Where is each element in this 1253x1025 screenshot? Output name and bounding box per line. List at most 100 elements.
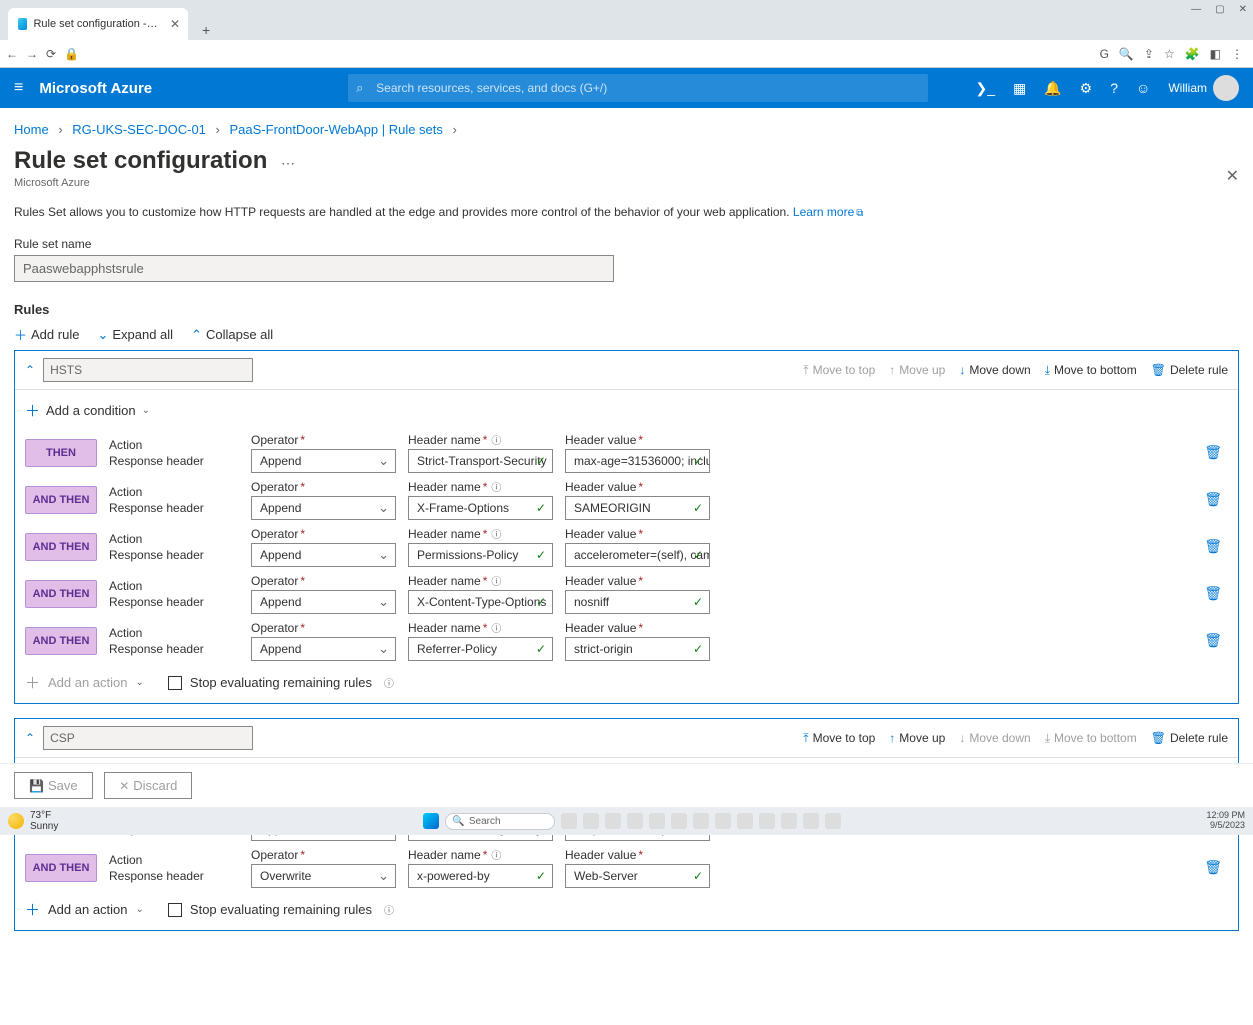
header-value-input[interactable]: nosniff <box>565 590 710 614</box>
operator-select[interactable]: Append <box>251 637 396 661</box>
header-name-input[interactable]: Referrer-Policy <box>408 637 553 661</box>
info-icon[interactable]: ⓘ <box>491 530 501 541</box>
header-name-input[interactable]: X-Frame-Options <box>408 496 553 520</box>
breadcrumb-home[interactable]: Home <box>14 122 49 137</box>
new-tab-button[interactable]: + <box>196 20 216 40</box>
close-blade-icon[interactable]: ✕ <box>1226 166 1239 186</box>
header-name-input[interactable]: Permissions-Policy <box>408 543 553 567</box>
operator-select[interactable]: Append <box>251 449 396 473</box>
menu-icon[interactable]: ⋮ <box>1231 47 1243 61</box>
window-close[interactable]: ✕ <box>1239 4 1247 15</box>
operator-select[interactable]: Overwrite <box>251 864 396 888</box>
delete-action-icon[interactable]: 🗑 <box>1204 444 1228 461</box>
cloud-shell-icon[interactable]: ❯_ <box>975 80 995 97</box>
delete-action-icon[interactable]: 🗑 <box>1204 632 1228 649</box>
window-minimize[interactable]: — <box>1191 4 1201 15</box>
save-button[interactable]: 💾Save <box>14 772 93 799</box>
delete-action-icon[interactable]: 🗑 <box>1204 585 1228 602</box>
g-icon[interactable]: G <box>1100 47 1109 61</box>
delete-action-icon[interactable]: 🗑 <box>1204 538 1228 555</box>
taskbar-app-icon[interactable] <box>561 813 577 829</box>
info-icon[interactable]: ⓘ <box>491 851 501 862</box>
notifications-icon[interactable]: 🔔 <box>1044 80 1061 97</box>
forward-icon[interactable]: → <box>26 47 38 61</box>
operator-select[interactable]: Append <box>251 496 396 520</box>
rule-header: ⌃⤒Move to top↑Move up↓Move down⤓Move to … <box>15 351 1238 390</box>
window-maximize[interactable]: ▢ <box>1215 4 1224 15</box>
taskbar-weather[interactable]: 73°F Sunny <box>8 810 58 832</box>
header-value-input[interactable]: accelerometer=(self), camer… <box>565 543 710 567</box>
header-value-input[interactable]: SAMEORIGIN <box>565 496 710 520</box>
add-action-button[interactable]: Add an action <box>48 902 128 917</box>
add-condition-button[interactable]: ＋Add a condition⌄ <box>25 396 150 429</box>
header-value-input[interactable]: strict-origin <box>565 637 710 661</box>
delete-action-icon[interactable]: 🗑 <box>1204 859 1228 876</box>
info-icon[interactable]: ⓘ <box>491 624 501 635</box>
chevron-up-icon[interactable]: ⌃ <box>25 731 35 745</box>
learn-more-link[interactable]: Learn more⧉ <box>793 205 864 219</box>
refresh-icon[interactable]: ⟳ <box>46 47 56 61</box>
info-icon[interactable]: ⓘ <box>491 436 501 447</box>
header-value-input[interactable]: max-age=31536000; includ… <box>565 449 710 473</box>
discard-button[interactable]: ✕Discard <box>104 772 192 799</box>
header-name-input[interactable]: X-Content-Type-Options <box>408 590 553 614</box>
taskbar-app-icon[interactable] <box>825 813 841 829</box>
info-icon[interactable]: ⓘ <box>384 902 394 917</box>
chevron-up-icon[interactable]: ⌃ <box>25 363 35 377</box>
search-input[interactable] <box>348 74 928 102</box>
directory-icon[interactable]: ▦ <box>1013 80 1026 97</box>
more-icon[interactable]: ⋯ <box>281 155 295 171</box>
move-top-button[interactable]: ⤒Move to top <box>803 731 875 746</box>
header-name-input[interactable]: x-powered-by <box>408 864 553 888</box>
azure-brand[interactable]: Microsoft Azure <box>39 80 152 97</box>
profile-icon[interactable]: ◧ <box>1210 47 1221 61</box>
taskbar-app-icon[interactable] <box>649 813 665 829</box>
feedback-icon[interactable]: ☺ <box>1136 80 1150 96</box>
delete-action-icon[interactable]: 🗑 <box>1204 491 1228 508</box>
taskbar-app-icon[interactable] <box>759 813 775 829</box>
taskbar-app-icon[interactable] <box>781 813 797 829</box>
stop-eval-checkbox[interactable] <box>168 676 182 690</box>
breadcrumb-rg[interactable]: RG-UKS-SEC-DOC-01 <box>72 122 206 137</box>
taskbar-app-icon[interactable] <box>583 813 599 829</box>
hamburger-icon[interactable]: ≡ <box>14 79 23 97</box>
taskbar-clock[interactable]: 12:09 PM 9/5/2023 <box>1206 811 1245 831</box>
operator-select[interactable]: Append <box>251 590 396 614</box>
taskbar-app-icon[interactable] <box>715 813 731 829</box>
info-icon[interactable]: ⓘ <box>491 577 501 588</box>
zoom-icon[interactable]: 🔍 <box>1119 47 1134 61</box>
taskbar-app-icon[interactable] <box>803 813 819 829</box>
user-menu[interactable]: William <box>1168 75 1239 101</box>
add-rule-button[interactable]: ＋Add rule <box>14 325 79 344</box>
taskbar-app-icon[interactable] <box>671 813 687 829</box>
header-name-input[interactable]: Strict-Transport-Security <box>408 449 553 473</box>
help-icon[interactable]: ? <box>1110 80 1118 96</box>
move-up-button[interactable]: ↑Move up <box>889 731 945 746</box>
extensions-icon[interactable]: 🧩 <box>1185 47 1200 61</box>
expand-all-button[interactable]: ⌄Expand all <box>97 325 173 344</box>
move-down-button[interactable]: ↓Move down <box>959 363 1030 378</box>
taskbar-app-icon[interactable] <box>627 813 643 829</box>
breadcrumb-rulesets[interactable]: PaaS-FrontDoor-WebApp | Rule sets <box>230 122 443 137</box>
operator-select[interactable]: Append <box>251 543 396 567</box>
info-icon[interactable]: ⓘ <box>491 483 501 494</box>
global-search[interactable]: ⌕ <box>348 74 928 102</box>
share-icon[interactable]: ⇪ <box>1144 47 1154 61</box>
star-icon[interactable]: ☆ <box>1164 47 1175 61</box>
delete-rule-button[interactable]: 🗑Delete rule <box>1151 363 1228 378</box>
move-bottom-button[interactable]: ⤓Move to bottom <box>1045 363 1137 378</box>
taskbar-app-icon[interactable] <box>605 813 621 829</box>
back-icon[interactable]: ← <box>6 47 18 61</box>
taskbar-app-icon[interactable] <box>693 813 709 829</box>
settings-icon[interactable]: ⚙ <box>1080 80 1093 97</box>
close-icon[interactable]: ✕ <box>170 17 180 31</box>
collapse-all-button[interactable]: ⌃Collapse all <box>191 325 273 344</box>
taskbar-app-icon[interactable] <box>737 813 753 829</box>
delete-rule-button[interactable]: 🗑Delete rule <box>1151 731 1228 746</box>
header-value-input[interactable]: Web-Server <box>565 864 710 888</box>
info-icon[interactable]: ⓘ <box>384 675 394 690</box>
taskbar-search[interactable]: 🔍Search <box>445 813 555 830</box>
start-icon[interactable] <box>423 813 439 829</box>
browser-tab[interactable]: Rule set configuration - Micros... ✕ <box>8 8 188 40</box>
stop-eval-checkbox[interactable] <box>168 903 182 917</box>
